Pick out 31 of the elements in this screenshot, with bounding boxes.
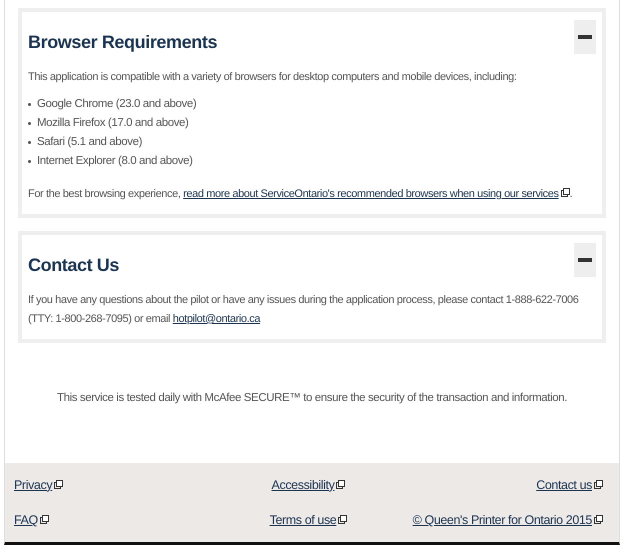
collapse-button[interactable] — [574, 20, 596, 54]
footer-link[interactable]: Privacy — [14, 478, 64, 492]
browser-item: Google Chrome (23.0 and above) — [37, 97, 196, 112]
panel-title: Contact Us — [28, 255, 120, 276]
bullet-icon — [28, 141, 31, 144]
external-link-icon — [560, 188, 570, 197]
footer-link[interactable]: FAQ — [14, 513, 49, 528]
collapse-button[interactable] — [574, 243, 596, 277]
paragraph: If you have any questions about the pilot or have any issues during the application process, please contact 1-888-622-7006 (TTY: 1-800-268-7095) or email hotpilot@ontario.ca — [28, 293, 580, 327]
footer-link[interactable]: © Queen's Printer for Ontario 2015 — [412, 513, 603, 528]
link[interactable]: hotpilot@ontario.ca — [172, 313, 260, 325]
footer-link[interactable]: Accessibility — [272, 478, 346, 492]
external-link-icon — [54, 480, 64, 489]
bullet-icon — [28, 160, 31, 163]
external-link-icon — [336, 480, 346, 489]
paragraph: For the best browsing experience, read more about ServiceOntario's recommended browsers when using our services . — [28, 187, 574, 202]
external-link-icon — [594, 480, 603, 489]
bullet-icon — [28, 103, 31, 106]
external-link-icon — [40, 515, 49, 524]
security-note: This service is tested daily with McAfee SECURE™ to ensure the security of the transaction and information. — [56, 392, 568, 404]
footer-link[interactable]: Terms of use — [270, 513, 348, 528]
footer-link[interactable]: Contact us — [536, 478, 603, 492]
bullet-icon — [28, 122, 31, 125]
external-link-icon — [594, 515, 603, 524]
browser-item: Safari (5.1 and above) — [37, 135, 142, 150]
external-link-icon — [338, 515, 348, 524]
link[interactable]: read more about ServiceOntario's recommended browsers when using our services — [183, 188, 570, 200]
intro-text: This application is compatible with a variety of browsers for desktop computers and mobile devices, including: — [28, 70, 518, 85]
panel-title: Browser Requirements — [28, 32, 218, 53]
browser-item: Internet Explorer (8.0 and above) — [37, 154, 193, 169]
browser-item: Mozilla Firefox (17.0 and above) — [37, 116, 188, 131]
